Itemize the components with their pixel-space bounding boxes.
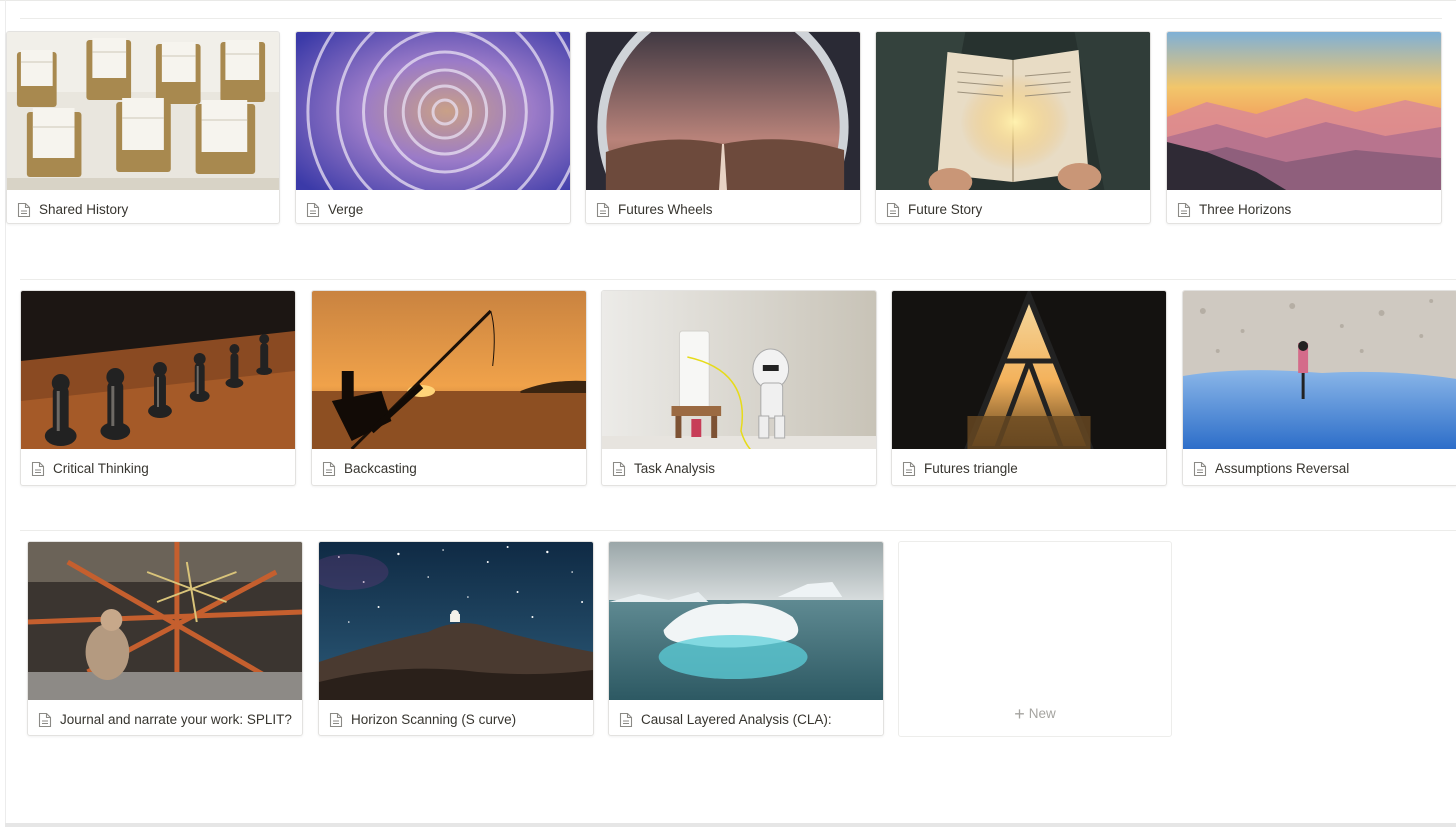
gallery-card[interactable]: Journal and narrate your work: SPLIT? <box>27 541 303 736</box>
page-icon <box>31 461 45 477</box>
page-icon <box>596 202 610 218</box>
gallery-card[interactable]: Critical Thinking <box>20 290 296 486</box>
gallery-card[interactable]: Backcasting <box>311 290 587 486</box>
card-cover-image <box>28 542 302 700</box>
new-card-label: + New <box>899 704 1171 725</box>
page-icon <box>612 461 626 477</box>
page-icon <box>902 461 916 477</box>
plus-icon: + <box>1014 704 1025 724</box>
card-title: Verge <box>328 202 364 217</box>
page-icon <box>329 712 343 728</box>
gallery-view: Shared History Verge Futures Wheels Futu… <box>0 0 1456 827</box>
card-title: Journal and narrate your work: SPLIT? <box>60 712 292 727</box>
gallery-card[interactable]: Assumptions Reversal <box>1182 290 1456 486</box>
page-icon <box>322 461 336 477</box>
gallery-card[interactable]: Causal Layered Analysis (CLA): <box>608 541 884 736</box>
page-icon <box>619 712 633 728</box>
card-cover-image <box>296 32 570 190</box>
bottom-border <box>5 823 1456 827</box>
page-icon <box>1193 461 1207 477</box>
row-divider <box>20 279 1456 280</box>
card-cover-image <box>319 542 593 700</box>
card-title: Futures triangle <box>924 461 1018 476</box>
card-cover-image <box>1183 291 1456 449</box>
card-title: Shared History <box>39 202 129 217</box>
card-title: Three Horizons <box>1199 202 1292 217</box>
card-title: Critical Thinking <box>53 461 149 476</box>
page-icon <box>886 202 900 218</box>
gallery-card[interactable]: Futures triangle <box>891 290 1167 486</box>
card-cover-image <box>892 291 1166 449</box>
card-cover-image <box>1167 32 1441 190</box>
gallery-card[interactable]: Futures Wheels <box>585 31 861 224</box>
card-title: Assumptions Reversal <box>1215 461 1350 476</box>
card-title: Horizon Scanning (S curve) <box>351 712 517 727</box>
page-icon <box>306 202 320 218</box>
gallery-card[interactable]: Three Horizons <box>1166 31 1442 224</box>
page-icon <box>1177 202 1191 218</box>
card-title: Futures Wheels <box>618 202 713 217</box>
page-icon <box>17 202 31 218</box>
new-card-button[interactable]: + New <box>898 541 1172 737</box>
gallery-card[interactable]: Verge <box>295 31 571 224</box>
card-cover-image <box>7 32 279 190</box>
row-divider <box>20 530 1456 531</box>
gallery-card[interactable]: Shared History <box>6 31 280 224</box>
top-border <box>0 0 1456 1</box>
row-divider <box>20 18 1442 19</box>
card-title: Task Analysis <box>634 461 716 476</box>
card-cover-image <box>609 542 883 700</box>
new-label-text: New <box>1028 706 1056 721</box>
card-title: Future Story <box>908 202 983 217</box>
gallery-card[interactable]: Task Analysis <box>601 290 877 486</box>
card-cover-image <box>312 291 586 449</box>
card-cover-image <box>21 291 295 449</box>
gallery-card[interactable]: Horizon Scanning (S curve) <box>318 541 594 736</box>
card-title: Causal Layered Analysis (CLA): <box>641 712 832 727</box>
gallery-card[interactable]: Future Story <box>875 31 1151 224</box>
card-title: Backcasting <box>344 461 417 476</box>
card-cover-image <box>602 291 876 449</box>
page-icon <box>38 712 52 728</box>
card-cover-image <box>876 32 1150 190</box>
card-cover-image <box>586 32 860 190</box>
